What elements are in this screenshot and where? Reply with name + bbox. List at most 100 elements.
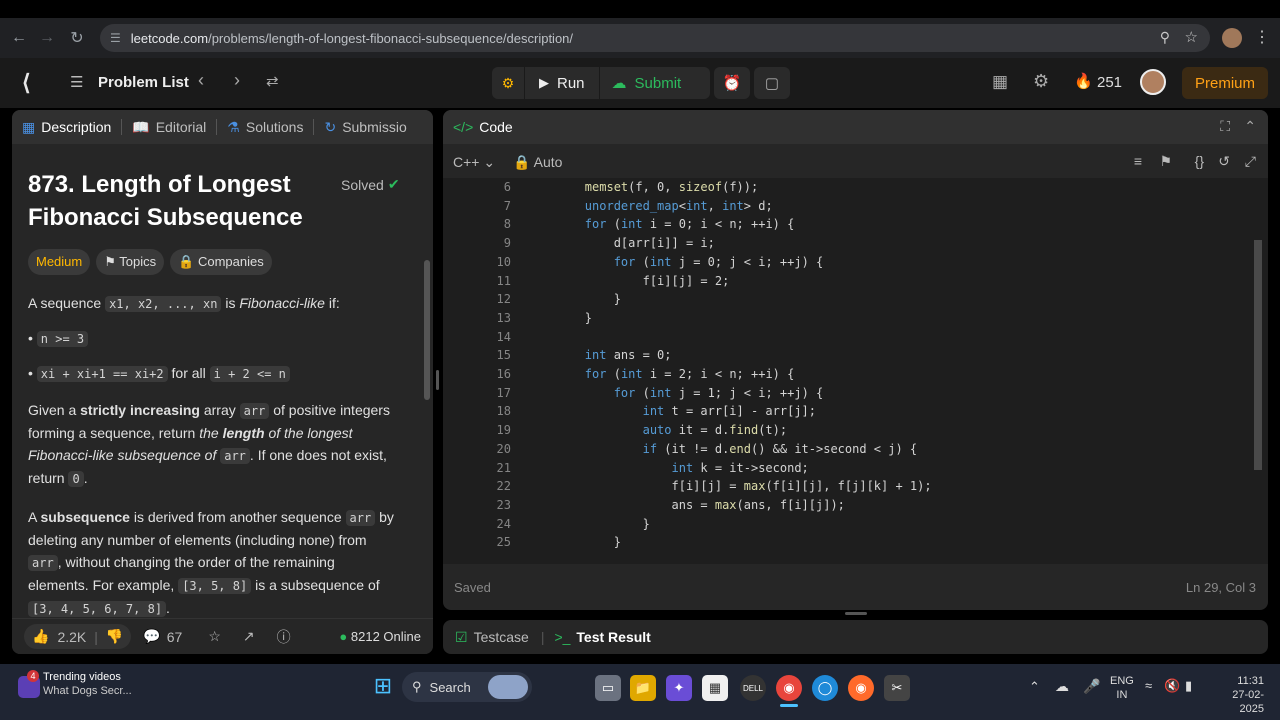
code-line: 25 } [443,533,1243,552]
code-line: 19 auto it = d.find(t); [443,421,1243,440]
format-icon[interactable]: ≡ [1134,153,1142,169]
profile-avatar[interactable] [1222,28,1242,48]
wifi-icon[interactable]: ≈ [1145,678,1152,693]
onedrive-icon[interactable]: ☁ [1055,678,1069,695]
clock[interactable]: 11:31 27-02-2025 [1212,674,1264,716]
snipping-tool-icon[interactable]: ✂ [884,675,910,701]
autocomplete-mode[interactable]: 🔒 Auto [513,154,562,171]
share-icon[interactable]: ↗ [243,628,255,645]
widgets-title[interactable]: Trending videos [43,671,121,683]
debug-icon[interactable]: ⚙ [492,75,524,92]
tab-editorial[interactable]: 📖 Editorial [122,110,216,144]
browser-menu-icon[interactable]: ⋮ [1254,27,1270,47]
code-line: 11 f[i][j] = 2; [443,272,1243,291]
favorite-star-icon[interactable]: ☆ [208,628,221,645]
code-text: d[arr[i]] = i; [527,236,715,251]
tab-testcase[interactable]: Testcase [474,629,529,645]
reset-icon[interactable]: ↺ [1218,153,1230,170]
address-bar[interactable]: ☰ leetcode.com/problems/length-of-longes… [100,24,1210,52]
bookmark-star-icon[interactable]: ☆ [1185,28,1198,46]
tab-test-result[interactable]: Test Result [576,629,650,645]
collapse-icon[interactable]: ⌃ [1244,118,1256,135]
settings-gear-icon[interactable]: ⚙ [1033,71,1049,92]
tab-description[interactable]: ▦ Description [12,110,121,144]
copilot-icon[interactable]: ✦ [666,675,692,701]
leetcode-logo-icon[interactable]: ⟨ [22,70,31,96]
code-text: for (int j = 0; j < i; ++j) { [613,254,824,269]
forward-icon[interactable]: → [32,23,62,53]
line-number: 14 [496,329,511,344]
help-icon[interactable]: ⓘ [277,627,291,647]
submit-button[interactable]: ☁ Submit [600,74,694,93]
reload-icon[interactable]: ↻ [62,23,92,53]
bookmark-icon[interactable]: ⚑ [1159,153,1172,170]
braces-icon[interactable]: {} [1195,153,1204,169]
back-icon[interactable]: ← [4,23,34,53]
chevron-down-icon: ⌄ [483,153,496,170]
paragraph-task: Given a strictly increasing array arr of… [28,399,418,490]
widgets-subtitle[interactable]: What Dogs Secr... [43,685,132,697]
layout-icon[interactable]: ▦ [992,72,1008,92]
comments-button[interactable]: 💬 67 [143,628,182,645]
online-dot-icon: ● [339,629,348,644]
paragraph-subsequence: A subsequence is derived from another se… [28,506,418,620]
code-line: 9 d[arr[i]] = i; [443,234,1243,253]
companies-button[interactable]: 🔒 Companies [170,249,272,275]
random-problem-icon[interactable]: ⇄ [266,72,279,90]
tab-editorial-label: Editorial [155,119,207,135]
task-view-icon[interactable]: ▭ [595,675,621,701]
inline-code: arr [220,448,250,464]
problem-list-link[interactable]: Problem List [98,74,189,91]
prev-problem-icon[interactable]: ‹ [198,70,204,91]
zoom-icon[interactable]: ⚲ [1160,29,1170,46]
vertical-resize-handle[interactable] [436,370,439,390]
like-button[interactable]: 👍 2.2K | 👎 [24,624,132,649]
topics-button[interactable]: ⚑ Topics [96,249,165,275]
code-line: 16 for (int i = 2; i < n; ++i) { [443,365,1243,384]
inline-code: arr [345,510,376,526]
next-problem-icon[interactable]: › [234,70,240,91]
site-info-icon[interactable]: ☰ [110,31,121,45]
file-explorer-icon[interactable]: 📁 [630,675,656,701]
region-code: IN [1116,689,1128,701]
volume-icon[interactable]: 🔇 [1164,678,1180,694]
maximize-icon[interactable]: ⛶ [1220,118,1230,135]
taskbar-search[interactable]: ⚲ Search [402,672,532,702]
description-scrollbar[interactable] [424,260,430,400]
edge-icon[interactable]: ◯ [812,675,838,701]
editor-scrollbar[interactable] [1254,240,1262,470]
tab-submissions[interactable]: ↻ Submissio [314,110,416,144]
language-indicator[interactable]: ENG IN [1110,674,1134,702]
problem-title-line2: Fibonacci Subsequence [28,204,303,231]
text: is a subsequence of [255,577,380,593]
emphasis-text: of the longest [268,425,353,441]
problem-list-icon[interactable]: ☰ [70,73,83,91]
streak-fire-icon[interactable]: 🔥 [1074,72,1093,90]
clock-time: 11:31 [1237,675,1264,687]
premium-button[interactable]: Premium [1182,67,1268,99]
chrome-icon[interactable]: ◉ [776,675,802,701]
windows-start-icon[interactable]: ⊞ [370,673,396,699]
notes-icon[interactable]: ▢ [754,67,790,99]
search-highlight-image [488,675,528,699]
dell-icon[interactable]: DELL [740,675,766,701]
timer-icon[interactable]: ⏰ [714,67,750,99]
user-avatar[interactable] [1140,69,1166,95]
tab-solutions[interactable]: ⚗ Solutions [217,110,313,144]
code-editor[interactable]: 6 memset(f, 0, sizeof(f)); 7 unordered_ma… [443,178,1268,564]
firefox-icon[interactable]: ◉ [848,675,874,701]
run-button[interactable]: ▶ Run [525,75,599,92]
code-tab[interactable]: </> Code [443,110,523,144]
emphasis-text: the [199,425,219,441]
horizontal-resize-handle[interactable] [845,612,867,615]
line-number: 8 [503,217,511,232]
text: . [166,600,170,616]
fullscreen-icon[interactable]: ⤢ [1245,153,1256,170]
language-select[interactable]: C++ ⌄ [453,154,495,171]
store-icon[interactable]: ▦ [702,675,728,701]
code-line: 14 [443,328,1243,347]
battery-icon[interactable]: ▮ [1185,678,1192,694]
microphone-icon[interactable]: 🎤 [1083,678,1100,695]
show-hidden-icons-icon[interactable]: ⌃ [1029,679,1040,695]
text: A [28,509,37,525]
